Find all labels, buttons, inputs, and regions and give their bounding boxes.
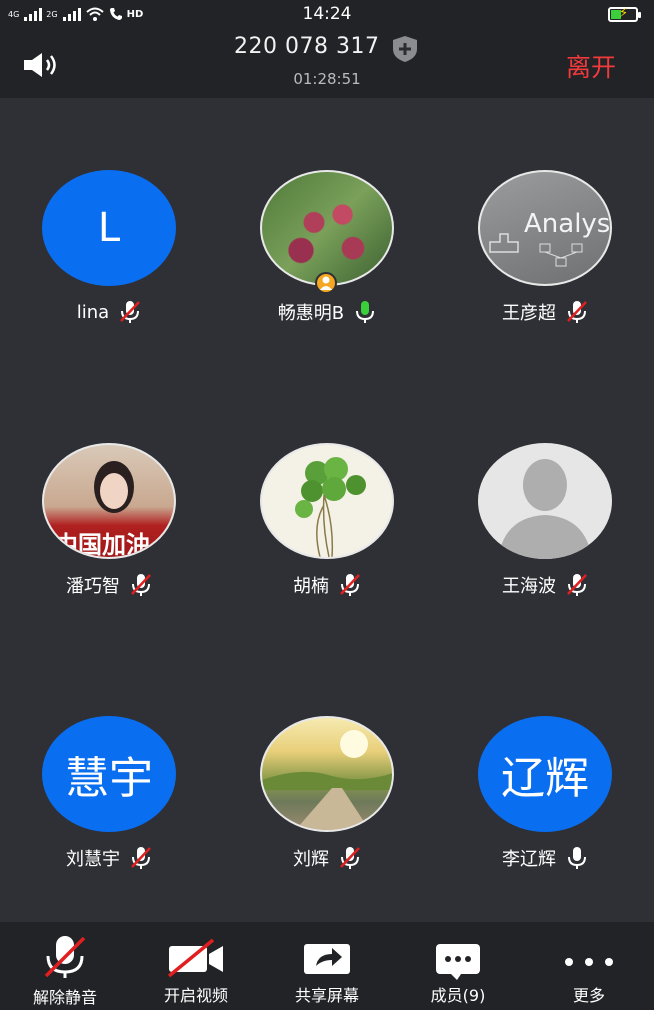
clover-image (295, 457, 366, 557)
avatar-photo-landscape[interactable] (260, 716, 394, 832)
participant-name: lina (76, 301, 110, 323)
mic-muted-icon (131, 574, 151, 596)
participant-hunan: 胡楠 (218, 570, 436, 600)
slogan-text: 中国加油 (54, 531, 150, 559)
members-chat-icon (436, 944, 480, 980)
video-off-icon (167, 938, 223, 978)
participant-name: 刘慧宇 (66, 849, 120, 870)
participant-wanghaibo: 王海波 (436, 570, 654, 600)
mic-muted-icon (120, 301, 141, 323)
avatar-letter: L (97, 205, 121, 251)
analysis-image: Analys (489, 209, 610, 267)
participant-liuhuiyu: 刘慧宇 (0, 843, 218, 873)
leave-button[interactable]: 离开 (566, 48, 616, 84)
status-time: 14:24 (302, 4, 352, 24)
more-button[interactable]: 更多 (524, 922, 654, 1010)
girl-image: 中国加油 (54, 461, 150, 559)
top-bar: 4G 2G HD 14:24 ⚡ 220 078 317 01:28:51 离开 (0, 0, 654, 98)
participant-name: 潘巧智 (66, 576, 120, 597)
avatar-initials: 辽辉 (501, 753, 589, 804)
mic-muted-icon (567, 301, 587, 323)
avatar-photo-analysis[interactable]: Analys (478, 170, 612, 286)
mic-muted-icon (340, 847, 360, 869)
meeting-id[interactable]: 220 078 317 (234, 34, 379, 59)
participant-name: 王海波 (502, 576, 556, 597)
participant-liliaohui: 李辽辉 (436, 843, 654, 873)
participant-name: 胡楠 (293, 576, 329, 597)
avatar-huiyu[interactable]: 慧宇 (42, 716, 176, 832)
share-screen-label: 共享屏幕 (294, 986, 359, 1005)
share-screen-icon (304, 944, 350, 974)
bottom-toolbar: 解除静音 开启视频 共享屏幕 成员(9) 更多 (0, 922, 654, 1010)
start-video-button[interactable]: 开启视频 (131, 922, 261, 1010)
participant-wangyanchao: 王彦超 (436, 297, 654, 327)
unmute-label: 解除静音 (32, 988, 97, 1007)
default-person-icon (498, 459, 592, 559)
avatar-liaohui[interactable]: 辽辉 (478, 716, 612, 832)
unmute-button[interactable]: 解除静音 (0, 922, 130, 1010)
mic-icon (568, 847, 586, 869)
more-label: 更多 (572, 986, 605, 1005)
participant-name: 畅惠明B (277, 303, 345, 324)
participant-panqiaozhi: 潘巧智 (0, 570, 218, 600)
participant-changhuiming: 畅惠明B (218, 297, 436, 327)
avatar-photo-flowers[interactable] (260, 170, 394, 286)
avatar-photo-clover[interactable] (260, 443, 394, 559)
more-dots-icon (565, 958, 613, 966)
analysis-text: Analys (524, 209, 610, 239)
start-video-label: 开启视频 (163, 986, 228, 1005)
avatar-lina[interactable]: L (42, 170, 176, 286)
mic-muted-icon (567, 574, 587, 596)
host-badge-icon (315, 272, 337, 294)
landscape-image (262, 730, 392, 830)
share-screen-button[interactable]: 共享屏幕 (262, 922, 392, 1010)
mic-muted-icon (44, 936, 86, 978)
meeting-duration: 01:28:51 (293, 70, 361, 88)
avatar-photo-girl[interactable]: 中国加油 (42, 443, 176, 559)
members-label: 成员(9) (430, 986, 486, 1005)
mic-muted-icon (131, 847, 151, 869)
mic-active-icon (356, 301, 375, 323)
avatar-default[interactable] (478, 443, 612, 559)
participant-name: 王彦超 (502, 303, 556, 324)
participant-lina: lina (0, 297, 218, 327)
shield-icon[interactable] (390, 34, 420, 64)
participant-liuhui: 刘辉 (218, 843, 436, 873)
members-button[interactable]: 成员(9) (393, 922, 523, 1010)
mic-muted-icon (340, 574, 360, 596)
participant-name: 李辽辉 (502, 849, 556, 870)
avatar-initials: 慧宇 (65, 753, 153, 804)
participant-name: 刘辉 (293, 849, 329, 870)
battery-icon: ⚡ (608, 6, 641, 22)
